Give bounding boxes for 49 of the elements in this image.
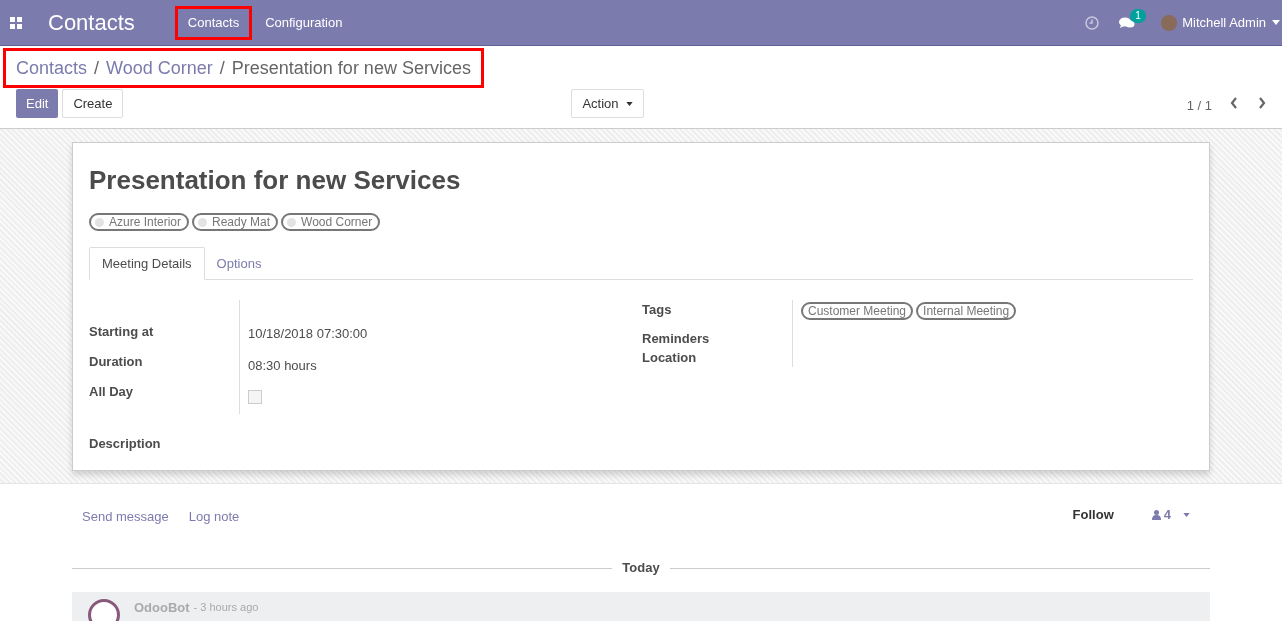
breadcrumb-item: Presentation for new Services <box>231 56 471 80</box>
nav-menu-item[interactable]: Configuration <box>252 5 356 40</box>
edit-button[interactable]: Edit <box>16 89 59 118</box>
message-time: - 3 hours ago <box>193 600 259 615</box>
clock-icon[interactable] <box>1085 15 1100 30</box>
caret-icon[interactable] <box>1272 20 1280 25</box>
breadcrumb-separator: / <box>219 56 225 80</box>
attendee-tag: Wood Corner <box>281 213 381 231</box>
tag-chip: Internal Meeting <box>916 302 1017 320</box>
message-count-badge: 1 <box>1130 8 1146 23</box>
field-label: Tags <box>642 301 673 319</box>
message-author: OdooBot <box>134 599 190 617</box>
caret-icon <box>625 101 633 106</box>
field-label: Reminders <box>642 330 711 348</box>
followers-button[interactable]: 4 <box>1151 505 1190 525</box>
field-value: 10/18/2018 07:30:00 <box>248 325 368 343</box>
user-menu[interactable]: Mitchell Admin <box>1182 12 1266 33</box>
person-icon <box>1151 510 1161 520</box>
log-note-link[interactable]: Log note <box>188 507 240 527</box>
all-day-checkbox[interactable] <box>248 390 262 404</box>
field-label: All Day <box>89 383 135 401</box>
form-tab[interactable]: Meeting Details <box>89 247 205 280</box>
attendee-tag: Azure Interior <box>89 213 190 231</box>
user-avatar <box>1161 14 1178 31</box>
next-icon[interactable] <box>1258 97 1266 109</box>
previous-icon[interactable] <box>1230 97 1238 109</box>
form-tab[interactable]: Options <box>204 247 274 280</box>
field-label: Description <box>89 435 161 453</box>
breadcrumb-item[interactable]: Wood Corner <box>106 54 213 82</box>
attendee-tag: Ready Mat <box>192 213 279 231</box>
tag-chip: Customer Meeting <box>801 302 914 320</box>
send-message-link[interactable]: Send message <box>82 507 169 527</box>
record-title: Presentation for new Services <box>89 164 462 197</box>
follow-button[interactable]: Follow <box>1072 505 1114 525</box>
breadcrumb-item[interactable]: Contacts <box>16 54 88 82</box>
field-label: Duration <box>89 353 144 371</box>
apps-menu-icon[interactable] <box>10 16 22 29</box>
date-separator: Today <box>621 559 661 578</box>
pager-value: 1 / 1 <box>1186 97 1212 115</box>
chat-icon[interactable] <box>1119 15 1136 30</box>
breadcrumb-separator: / <box>94 56 100 80</box>
nav-menu-item[interactable]: Contacts <box>174 5 253 40</box>
field-value: 08:30 hours <box>248 357 318 375</box>
create-button[interactable]: Create <box>62 89 124 118</box>
action-dropdown[interactable]: Action <box>571 89 644 118</box>
app-title: Contacts <box>48 9 135 37</box>
field-label: Location <box>642 349 698 367</box>
field-label: Starting at <box>89 323 155 341</box>
caret-icon <box>1183 513 1190 517</box>
